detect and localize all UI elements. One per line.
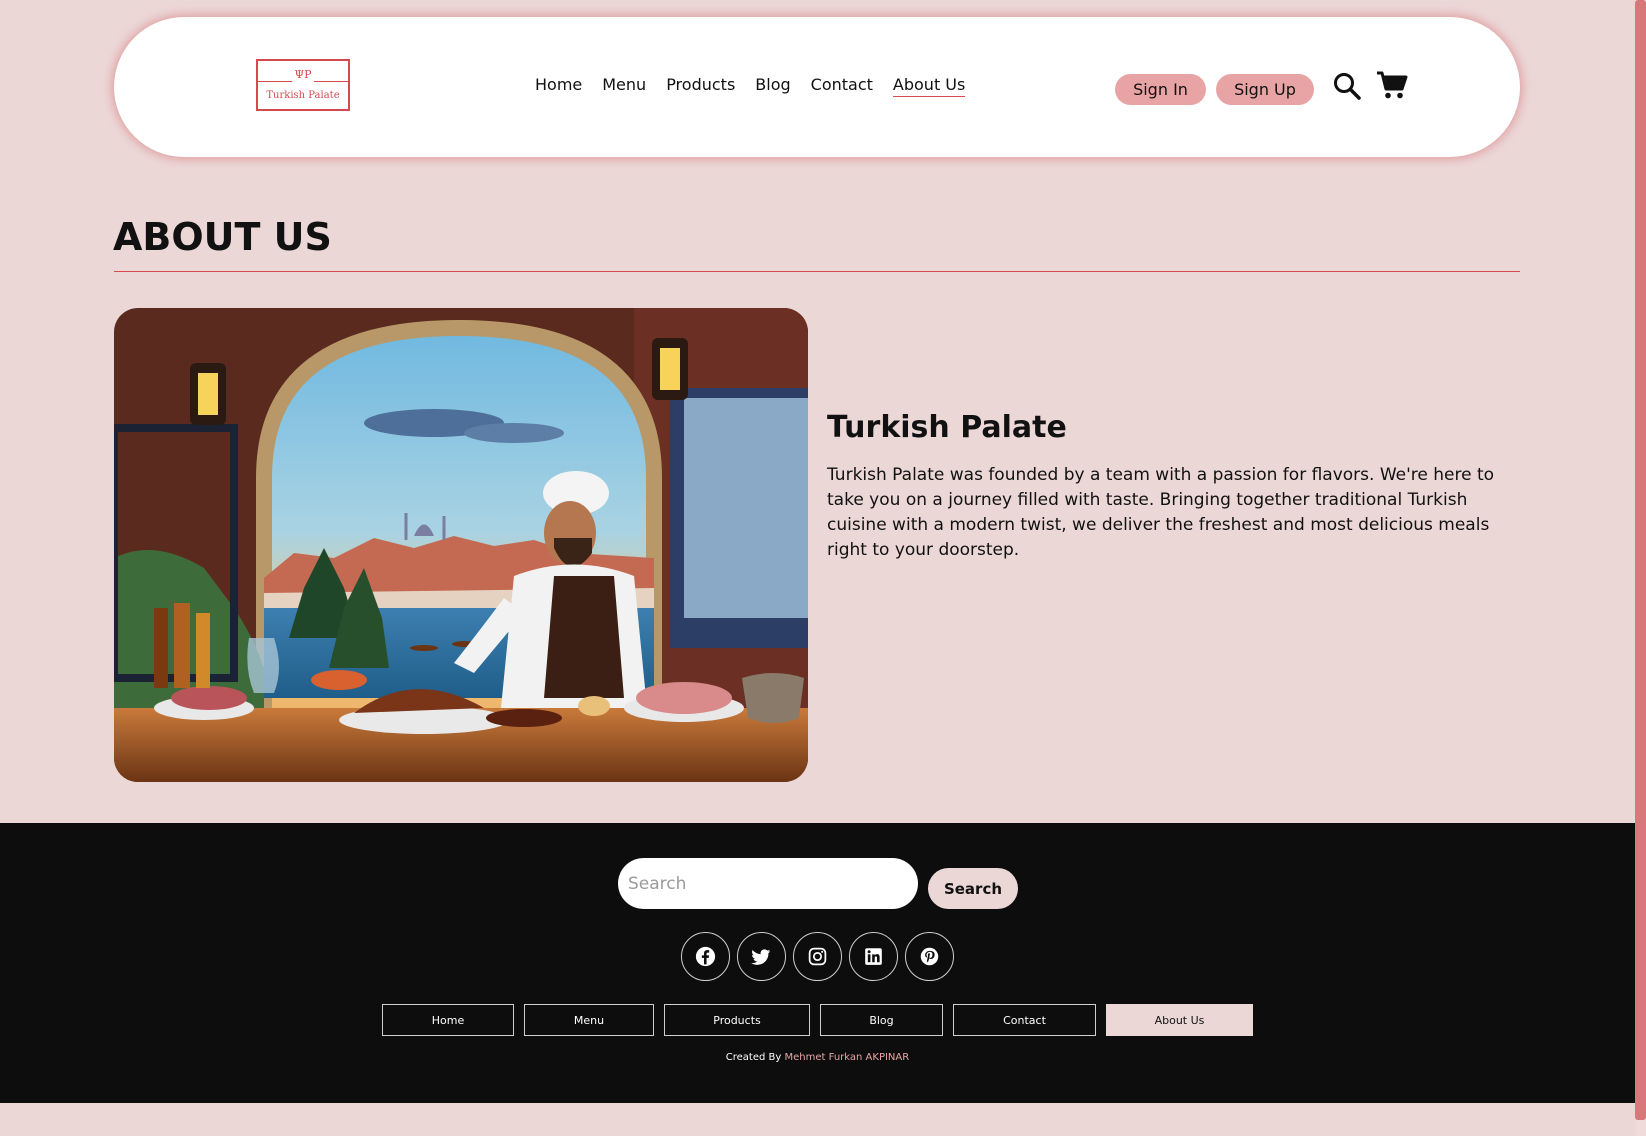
about-heading: Turkish Palate [827, 410, 1067, 445]
nav-blog[interactable]: Blog [755, 75, 790, 97]
footer-nav-blog[interactable]: Blog [820, 1004, 943, 1036]
facebook-icon[interactable] [681, 932, 730, 981]
footer-nav-products[interactable]: Products [664, 1004, 810, 1036]
sign-in-button[interactable]: Sign In [1115, 74, 1206, 105]
search-button[interactable]: Search [928, 868, 1018, 909]
nav-home[interactable]: Home [535, 75, 582, 97]
title-divider [114, 271, 1520, 272]
nav-products[interactable]: Products [666, 75, 735, 97]
nav-contact[interactable]: Contact [811, 75, 873, 97]
footer-nav-about-us[interactable]: About Us [1106, 1004, 1253, 1036]
scrollbar-thumb[interactable] [1635, 0, 1646, 1120]
twitter-icon[interactable] [737, 932, 786, 981]
page-title: ABOUT US [113, 215, 332, 259]
pinterest-icon[interactable] [905, 932, 954, 981]
chef-illustration [114, 308, 808, 782]
cart-icon[interactable] [1376, 70, 1408, 100]
about-description: Turkish Palate was founded by a team wit… [827, 465, 1495, 560]
site-footer: Search Home Menu Products Blog Contact A… [0, 823, 1635, 1103]
main-nav: Home Menu Products Blog Contact About Us [535, 75, 966, 97]
page-scrollbar[interactable] [1635, 0, 1646, 1136]
footer-credit: Created By Mehmet Furkan AKPINAR [0, 1052, 1635, 1063]
footer-nav-contact[interactable]: Contact [953, 1004, 1096, 1036]
site-header: ΨΡ Turkish Palate Home Menu Products Blo… [114, 17, 1520, 157]
social-links [681, 932, 954, 981]
footer-nav: Home Menu Products Blog Contact About Us [382, 1004, 1253, 1036]
linkedin-icon[interactable] [849, 932, 898, 981]
search-input[interactable] [618, 858, 918, 909]
credit-author-link[interactable]: Mehmet Furkan AKPINAR [785, 1052, 910, 1063]
utensils-icon: ΨΡ [294, 68, 312, 81]
logo-text: Turkish Palate [266, 90, 340, 101]
nav-about-us[interactable]: About Us [892, 75, 966, 97]
footer-nav-home[interactable]: Home [382, 1004, 514, 1036]
search-icon[interactable] [1332, 71, 1362, 101]
nav-menu[interactable]: Menu [602, 75, 646, 97]
footer-nav-menu[interactable]: Menu [524, 1004, 654, 1036]
instagram-icon[interactable] [793, 932, 842, 981]
logo[interactable]: ΨΡ Turkish Palate [256, 59, 350, 111]
sign-up-button[interactable]: Sign Up [1216, 74, 1314, 105]
credit-prefix: Created By [725, 1052, 782, 1063]
